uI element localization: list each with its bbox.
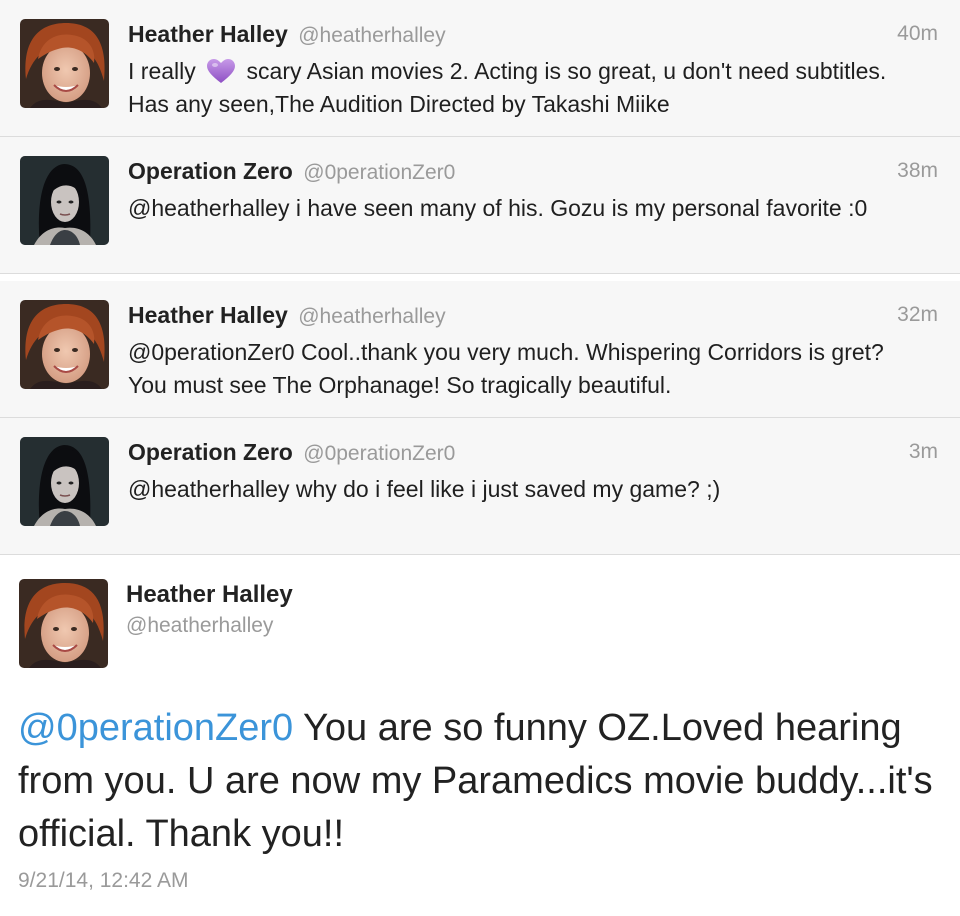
user-avatar-image: [20, 19, 109, 108]
tweet-detail: Heather Halley @heatherhalley @0peration…: [0, 556, 960, 916]
tweet-time: 32m: [897, 303, 938, 326]
tweet-timestamp: 9/21/14, 12:42 AM: [18, 869, 189, 892]
tweet-row[interactable]: Operation Zero @0perationZer0 3m @heathe…: [0, 418, 960, 555]
user-avatar-image: [20, 300, 109, 389]
tweet-text-part: I really: [128, 58, 196, 84]
tweet-text: @heatherhalley why do i feel like i just…: [128, 476, 721, 502]
user-avatar-image: [19, 579, 108, 668]
tweet-row[interactable]: Operation Zero @0perationZer0 38m @heath…: [0, 137, 960, 274]
purple-heart-icon: [206, 58, 236, 84]
avatar[interactable]: [20, 437, 109, 526]
tweet-time: 38m: [897, 159, 938, 182]
tweet-text: @0perationZer0 You are so funny OZ.Loved…: [18, 702, 938, 861]
tweet-time: 3m: [908, 440, 938, 463]
author-handle[interactable]: @0perationZer0: [303, 161, 455, 184]
tweet-text: I really scary Asian movies 2. Acting is…: [128, 55, 918, 121]
tweet-header: Heather Halley @heatherhalley: [128, 301, 446, 331]
tweet-time: 40m: [897, 22, 938, 45]
author-name[interactable]: Operation Zero: [128, 439, 293, 465]
author-handle[interactable]: @heatherhalley: [126, 612, 273, 640]
author-handle[interactable]: @heatherhalley: [298, 305, 445, 328]
avatar[interactable]: [20, 156, 109, 245]
tweet-row[interactable]: Heather Halley @heatherhalley 32m @0pera…: [0, 281, 960, 418]
author-name[interactable]: Heather Halley: [128, 21, 288, 47]
avatar[interactable]: [19, 579, 108, 668]
mention-link[interactable]: @0perationZer0: [18, 707, 293, 749]
avatar[interactable]: [20, 300, 109, 389]
tweet-text: @heatherhalley i have seen many of his. …: [128, 195, 868, 221]
author-name[interactable]: Heather Halley: [128, 302, 288, 328]
tweet-text: @0perationZer0 Cool..thank you very much…: [128, 339, 884, 398]
tweet-text-part: scary Asian movies 2. Acting is so great…: [128, 58, 887, 117]
tweet-header: Operation Zero @0perationZer0: [128, 157, 455, 187]
author-name[interactable]: Operation Zero: [128, 158, 293, 184]
tweet-row[interactable]: Heather Halley @heatherhalley 40m I real…: [0, 0, 960, 137]
author-name[interactable]: Heather Halley: [126, 580, 293, 610]
avatar[interactable]: [20, 19, 109, 108]
tweet-header: Operation Zero @0perationZer0: [128, 438, 455, 468]
author-handle[interactable]: @0perationZer0: [303, 442, 455, 465]
user-avatar-image: [20, 437, 109, 526]
tweet-header: Heather Halley @heatherhalley: [128, 20, 446, 50]
user-avatar-image: [20, 156, 109, 245]
author-handle[interactable]: @heatherhalley: [298, 24, 445, 47]
